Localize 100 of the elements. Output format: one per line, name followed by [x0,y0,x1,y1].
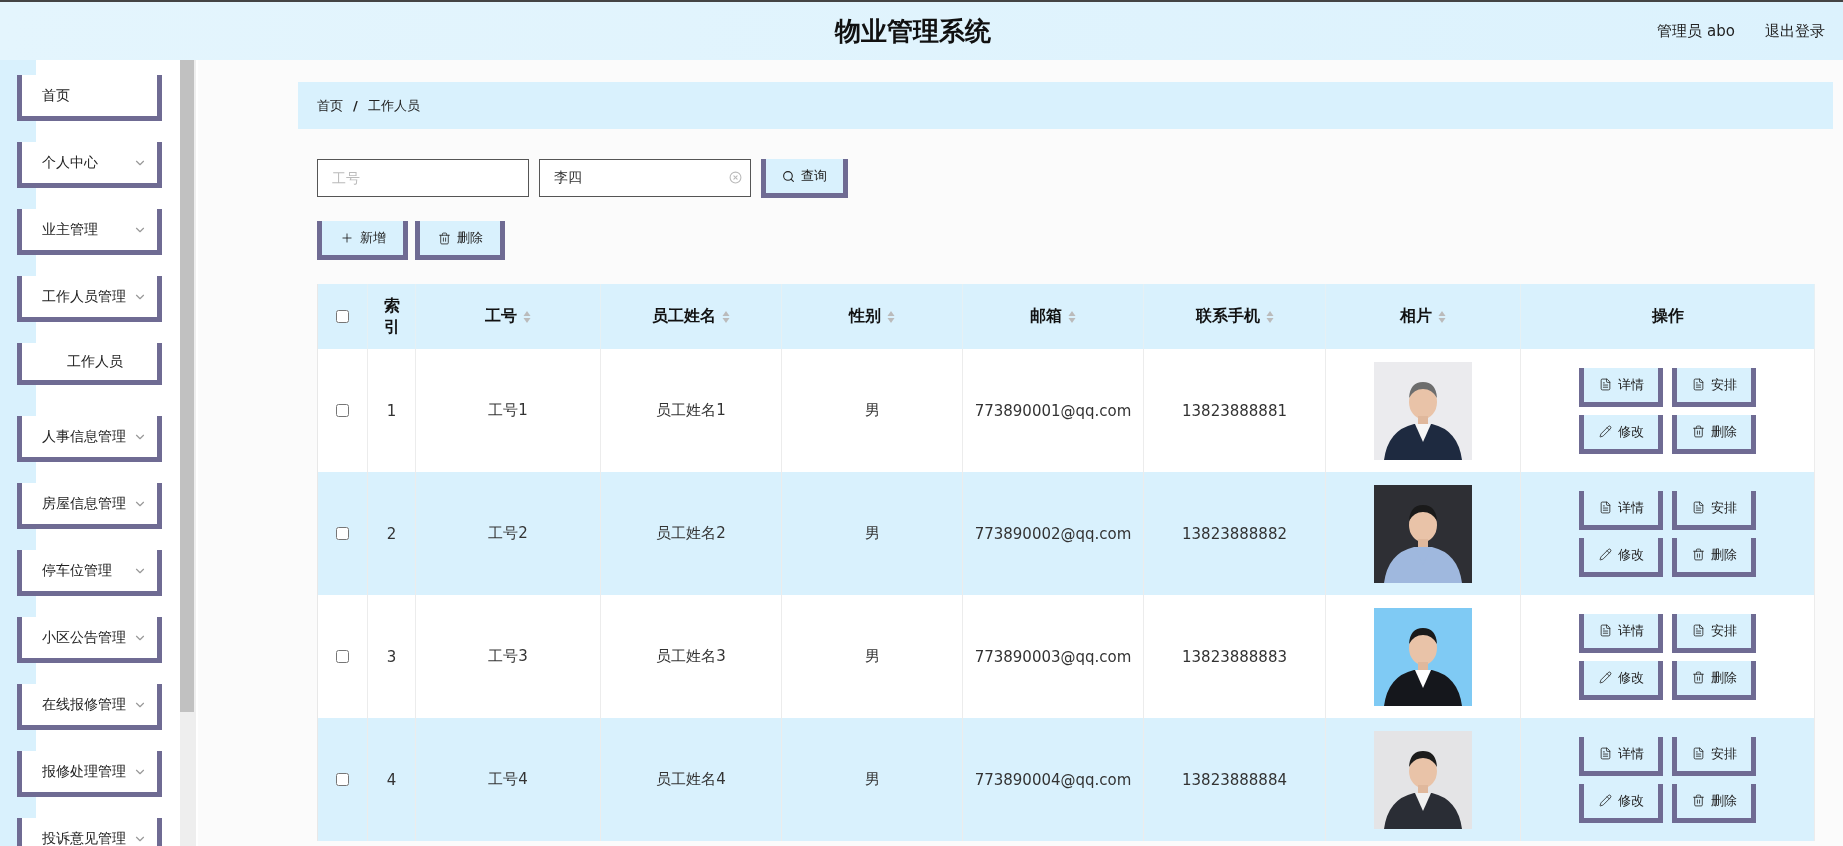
column-header: 操作 [1651,306,1684,327]
sort-icon[interactable] [1265,309,1274,324]
table-cell: 男 [864,770,880,789]
sidebar-item[interactable]: 个人中心 [17,142,162,188]
action-button[interactable]: 详情 [1579,736,1663,776]
sidebar-item[interactable]: 停车位管理 [17,550,162,596]
table-cell: 1 [386,401,397,420]
column-header[interactable]: 联系手机 [1195,306,1274,327]
table-cell: 男 [864,647,880,666]
column-header: 索引 [383,295,400,338]
action-button[interactable]: 修改 [1579,660,1663,700]
column-header[interactable]: 相片 [1400,306,1446,327]
table-cell: 男 [864,401,880,420]
trash-icon [1691,425,1705,438]
checkbox[interactable] [336,527,349,540]
table-cell: 工号2 [488,524,528,543]
sidebar-item[interactable]: 在线报修管理 [17,684,162,730]
clear-icon[interactable] [729,171,742,184]
document-icon [1598,378,1612,391]
checkbox[interactable] [336,773,349,786]
pencil-icon [1598,794,1612,807]
sidebar-item[interactable]: 工作人员管理 [17,276,162,322]
pencil-icon [1598,671,1612,684]
document-icon [1691,501,1705,514]
table-cell: 工号1 [488,401,528,420]
action-button[interactable]: 删除 [1672,783,1756,823]
breadcrumb-link[interactable]: 首页 [317,96,343,115]
breadcrumb-link[interactable]: 工作人员 [367,96,420,115]
table-cell: 4 [386,770,397,789]
table-cell: 员工姓名2 [656,524,726,543]
table-cell: 13823888882 [1182,524,1287,543]
table-cell: 员工姓名3 [656,647,726,666]
search-icon [782,169,795,183]
column-header[interactable]: 员工姓名 [652,306,730,327]
breadcrumb-separator: / [353,98,358,113]
logout-link[interactable]: 退出登录 [1765,21,1825,41]
sidebar-subitem[interactable]: 工作人员 [17,343,162,385]
table-cell: 773890002@qq.com [974,524,1132,543]
column-header[interactable]: 工号 [485,306,531,327]
table-cell: 工号4 [488,770,528,789]
table-cell: 员工姓名4 [656,770,726,789]
sort-icon[interactable] [523,309,531,324]
trash-icon [1691,671,1705,684]
table-cell: 男 [864,524,880,543]
sort-icon[interactable] [887,309,895,324]
table-cell: 773890004@qq.com [974,770,1132,789]
sidebar-item[interactable]: 小区公告管理 [17,617,162,663]
table-cell: 工号3 [488,647,528,666]
app-title: 物业管理系统 [834,14,991,48]
action-button[interactable]: 详情 [1579,613,1663,653]
action-button[interactable]: 详情 [1579,367,1663,407]
table-cell: 13823888881 [1182,401,1287,420]
sidebar-item[interactable]: 业主管理 [17,209,162,255]
action-button[interactable]: 安排 [1672,736,1756,776]
action-button[interactable]: 安排 [1672,490,1756,530]
sort-icon[interactable] [1068,309,1076,324]
sort-icon[interactable] [1438,309,1446,324]
trash-icon [1691,794,1705,807]
column-header[interactable]: 性别 [849,306,895,327]
action-button[interactable]: 删除 [1672,660,1756,700]
search-field[interactable]: 工号 [317,159,529,197]
document-icon [1598,624,1612,637]
action-button[interactable]: 详情 [1579,490,1663,530]
table-cell: 2 [386,524,397,543]
table-cell: 773890001@qq.com [974,401,1132,420]
table-cell: 13823888884 [1182,770,1287,789]
toolbar-button[interactable]: 新增 [317,221,408,260]
column-header[interactable]: 邮箱 [1030,306,1076,327]
trash-icon [437,231,451,245]
sidebar-item[interactable]: 首页 [17,75,162,121]
action-button[interactable]: 修改 [1579,414,1663,454]
search-field[interactable]: 李四 [539,159,751,197]
trash-icon [1691,548,1705,561]
action-button[interactable]: 安排 [1672,367,1756,407]
table-cell: 13823888883 [1182,647,1287,666]
table-cell: 773890003@qq.com [974,647,1132,666]
action-button[interactable]: 删除 [1672,414,1756,454]
sort-icon[interactable] [722,309,730,324]
sidebar-item[interactable]: 人事信息管理 [17,416,162,462]
plus-icon [339,231,354,245]
toolbar-button[interactable]: 删除 [415,221,505,260]
action-button[interactable]: 删除 [1672,537,1756,577]
search-button[interactable]: 查询 [761,159,848,198]
document-icon [1598,501,1612,514]
scrollbar[interactable] [180,60,196,846]
pencil-icon [1598,548,1612,561]
checkbox[interactable] [336,404,349,417]
action-button[interactable]: 安排 [1672,613,1756,653]
sidebar-item[interactable]: 投诉意见管理 [17,818,162,846]
sidebar-item[interactable]: 报修处理管理 [17,751,162,797]
sidebar-item[interactable]: 房屋信息管理 [17,483,162,529]
action-button[interactable]: 修改 [1579,783,1663,823]
document-icon [1598,747,1612,760]
action-button[interactable]: 修改 [1579,537,1663,577]
pencil-icon [1598,425,1612,438]
checkbox[interactable] [336,650,349,663]
document-icon [1691,747,1705,760]
user-label: 管理员 abo [1657,21,1735,41]
document-icon [1691,624,1705,637]
checkbox[interactable] [336,310,349,323]
